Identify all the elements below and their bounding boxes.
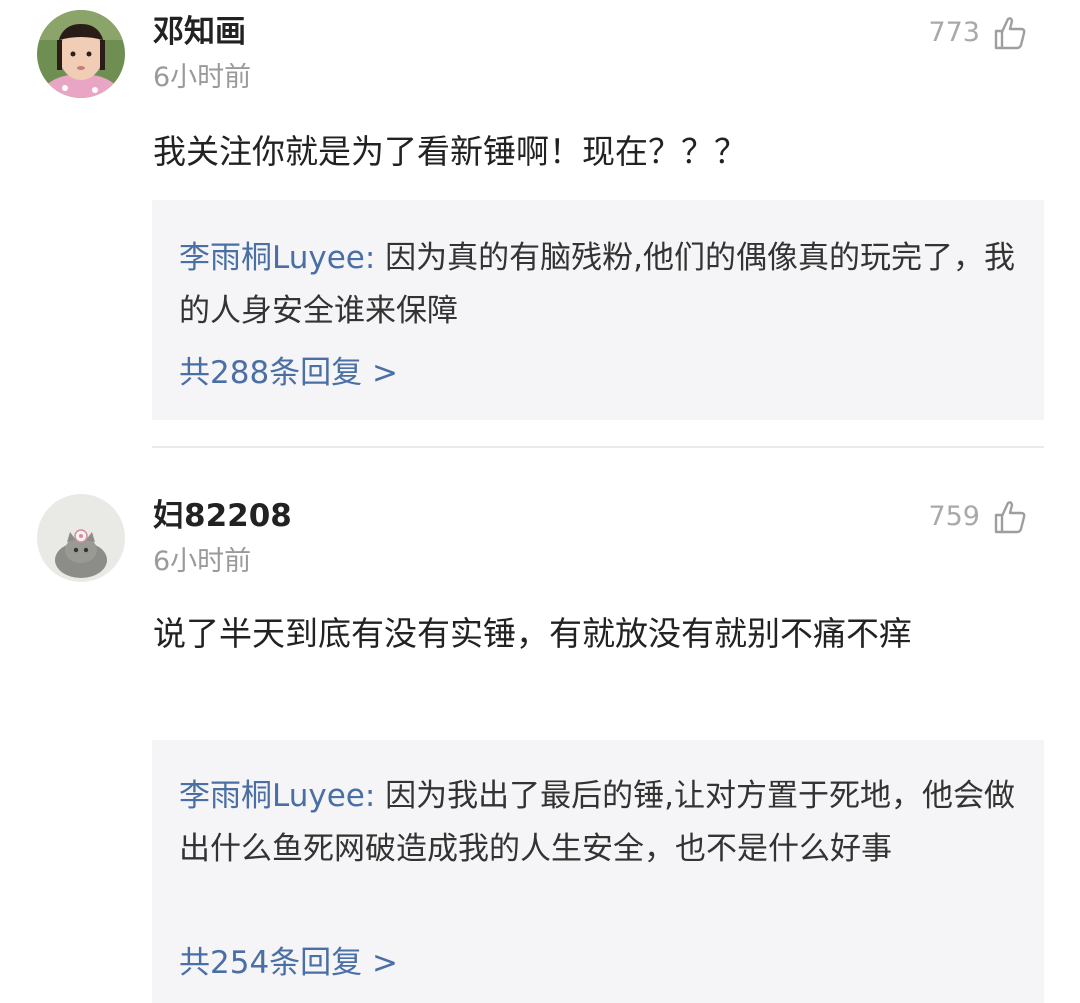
reply-preview[interactable]: 李雨桐Luyee: 因为我出了最后的锤,让对方置于死地，他会做出什么鱼死网破造成… [152,740,1044,1003]
comment-text: 我关注你就是为了看新锤啊！现在？？？ [153,132,747,171]
like-count: 759 [928,501,980,532]
avatar[interactable] [37,10,125,98]
avatar[interactable] [37,494,125,582]
comment-item: 邓知画 6小时前 773 我关注你就是为了看新锤啊！现在？？？ 李雨桐Luyee… [0,0,1080,450]
reply-author[interactable]: 李雨桐Luyee: [179,240,375,276]
comment-text: 说了半天到底有没有实锤，有就放没有就别不痛不痒 [153,614,912,653]
like-button[interactable]: 773 [928,13,1030,53]
thumbs-up-icon [990,13,1030,53]
like-count: 773 [928,17,980,48]
view-replies-link[interactable]: 共288条回复 > [179,353,398,393]
timestamp: 6小时前 [153,546,252,577]
avatar-girl-image [37,10,125,98]
reply-content: 李雨桐Luyee: 因为真的有脑残粉,他们的偶像真的玩完了，我的人身安全谁来保障 [179,232,1029,338]
reply-preview[interactable]: 李雨桐Luyee: 因为真的有脑残粉,他们的偶像真的玩完了，我的人身安全谁来保障… [152,200,1044,420]
reply-content: 李雨桐Luyee: 因为我出了最后的锤,让对方置于死地，他会做出什么鱼死网破造成… [179,770,1029,876]
divider [152,446,1044,448]
comment-item: 妇82208 6小时前 759 说了半天到底有没有实锤，有就放没有就别不痛不痒 … [0,480,1080,1003]
thumbs-up-icon [990,497,1030,537]
username[interactable]: 邓知画 [153,14,246,50]
username[interactable]: 妇82208 [153,498,292,534]
reply-author[interactable]: 李雨桐Luyee: [179,778,375,814]
view-replies-link[interactable]: 共254条回复 > [179,943,398,983]
avatar-cat-image [37,494,125,582]
like-button[interactable]: 759 [928,497,1030,537]
timestamp: 6小时前 [153,62,252,93]
